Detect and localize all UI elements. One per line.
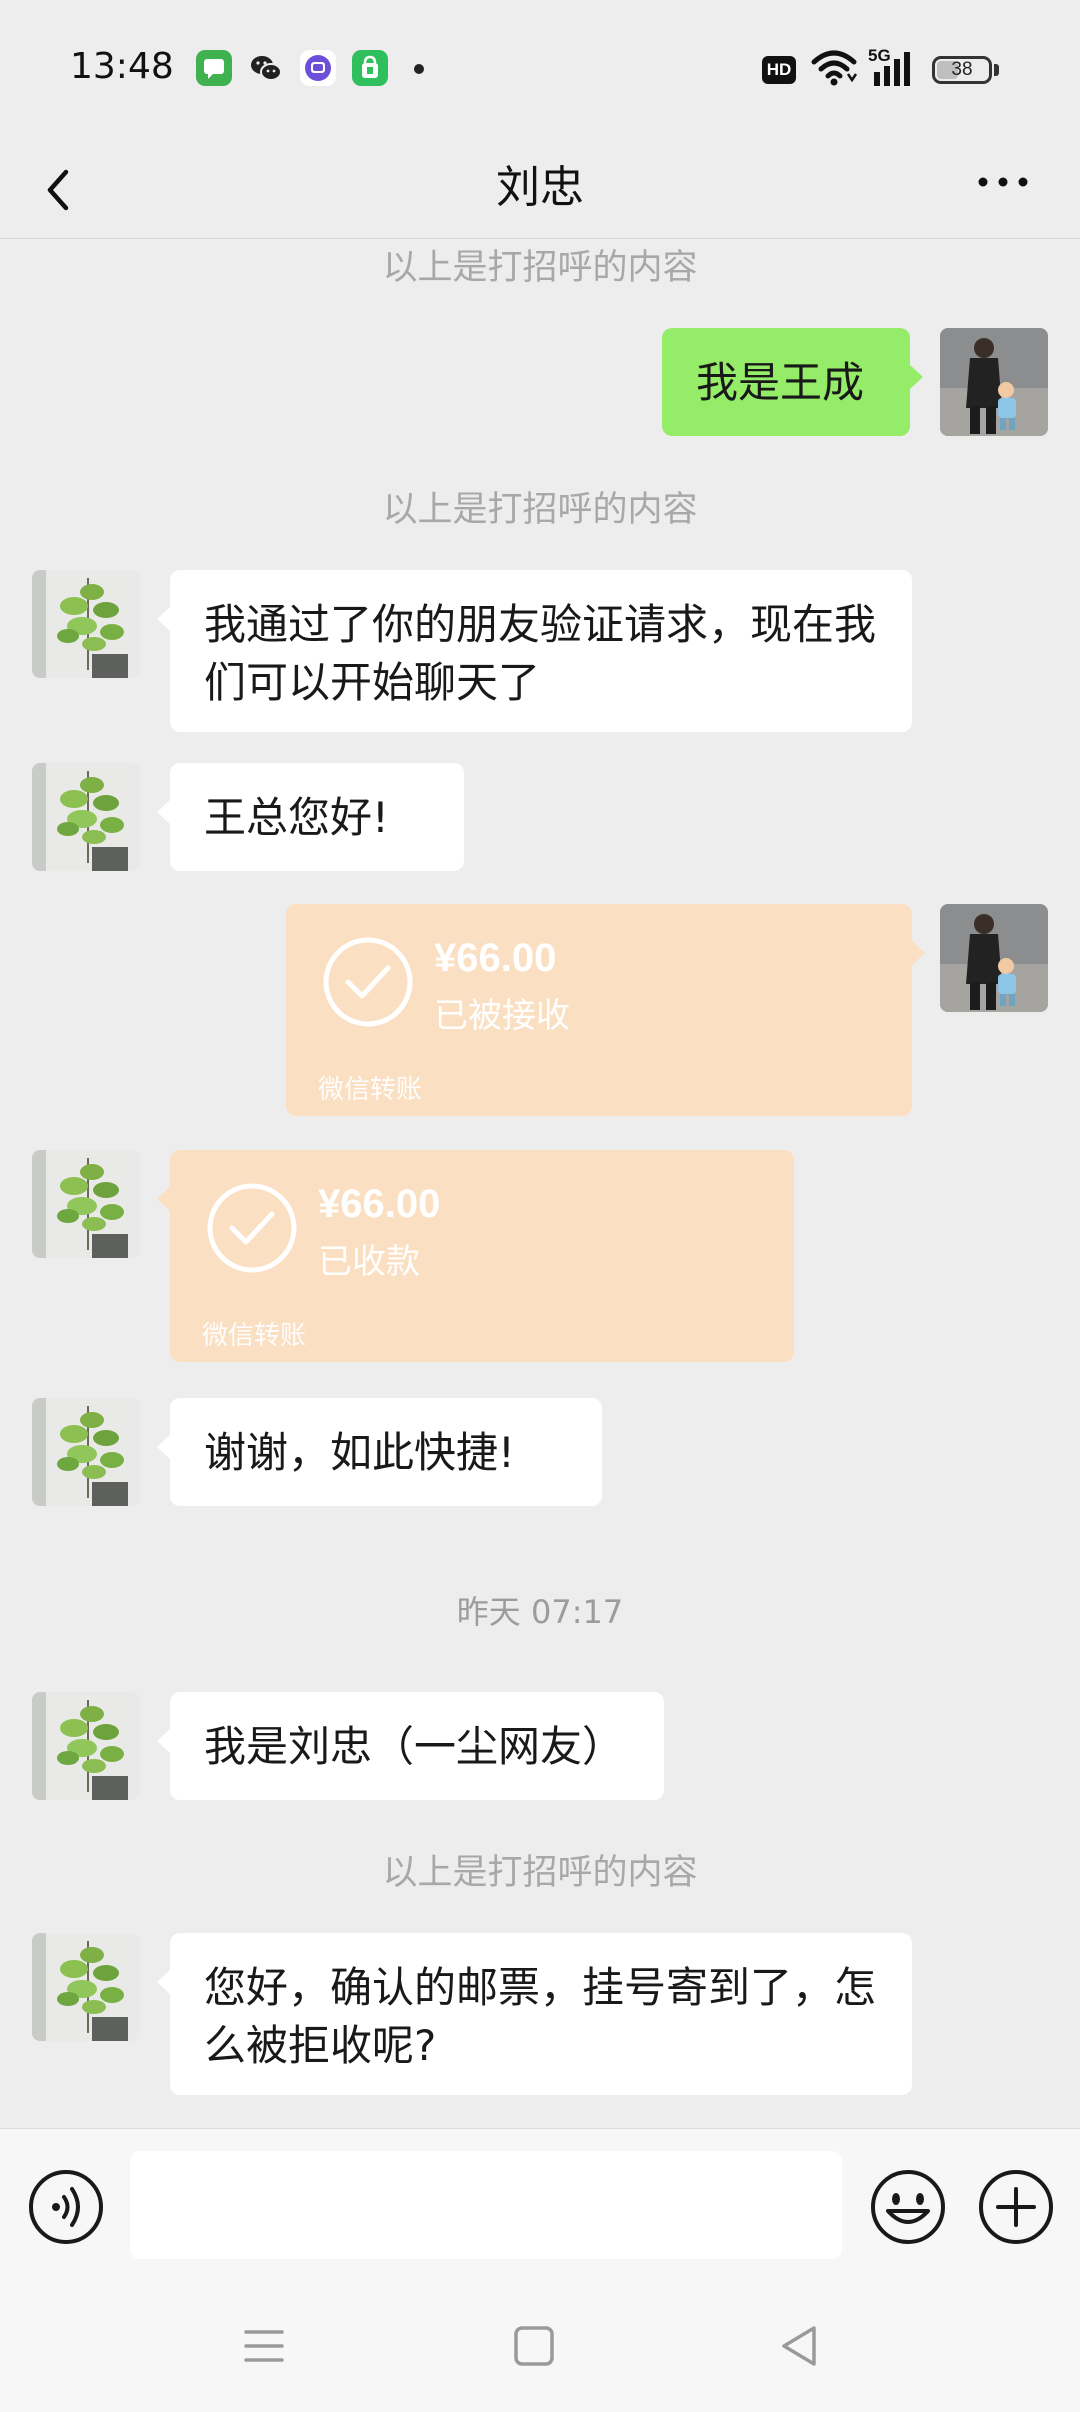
check-circle-icon (207, 1183, 297, 1273)
voice-input-icon[interactable] (26, 2167, 106, 2247)
transfer-label: 微信转账 (318, 1075, 423, 1105)
battery-level: 38 (951, 59, 973, 80)
transfer-amount: ¥66.00 (318, 1182, 441, 1226)
emoji-icon[interactable] (868, 2167, 948, 2247)
contact-avatar[interactable] (32, 1933, 140, 2041)
transfer-status: 已收款 (318, 1242, 420, 1282)
check-circle-icon (323, 937, 413, 1027)
timestamp-separator: 昨天 07:17 (456, 1593, 624, 1631)
transfer-status: 已被接收 (434, 996, 570, 1036)
incoming-transfer-card[interactable]: ¥66.00 已收款 微信转账 (157, 1150, 794, 1362)
system-note: 以上是打招呼的内容 (382, 248, 698, 288)
back-nav-icon[interactable] (772, 2318, 828, 2374)
system-note: 以上是打招呼的内容 (382, 1853, 698, 1893)
contact-avatar[interactable] (32, 1150, 140, 1258)
purple-app-icon (300, 50, 336, 86)
transfer-amount: ¥66.00 (434, 936, 557, 980)
contact-avatar[interactable] (32, 1692, 140, 1800)
battery-cap (994, 64, 999, 76)
my-avatar[interactable] (940, 904, 1048, 1012)
menu-nav-icon[interactable] (236, 2318, 292, 2374)
more-functions-plus-icon[interactable] (976, 2167, 1056, 2247)
incoming-message-bubble[interactable]: 我通过了你的朋友验证请求，现在我们可以开始聊天了 (157, 570, 912, 732)
status-bar: 13:48 HD 5G 38 (0, 0, 1080, 140)
signal-strength-icon (874, 52, 910, 86)
incoming-message-bubble[interactable]: 王总您好! (157, 763, 464, 871)
hd-voice-badge: HD (762, 56, 796, 84)
contact-avatar[interactable] (32, 570, 140, 678)
messages-app-icon (196, 50, 232, 86)
wechat-app-icon (248, 50, 284, 86)
wifi-icon (811, 50, 858, 86)
chat-title: 刘忠 (496, 162, 584, 213)
chat-header: 刘忠 (0, 140, 1080, 239)
message-text-input[interactable] (130, 2151, 842, 2259)
outgoing-transfer-card[interactable]: ¥66.00 已被接收 微信转账 (286, 904, 925, 1116)
system-note: 以上是打招呼的内容 (382, 490, 698, 530)
incoming-message-bubble[interactable]: 谢谢，如此快捷! (157, 1398, 602, 1506)
status-time: 13:48 (70, 46, 174, 87)
incoming-message-bubble[interactable]: 您好，确认的邮票，挂号寄到了，怎么被拒收呢? (157, 1933, 912, 2095)
outgoing-message-bubble[interactable]: 我是王成 (662, 328, 923, 436)
more-options-icon[interactable] (960, 150, 1050, 230)
incoming-message-bubble[interactable]: 我是刘忠（一尘网友） (157, 1692, 664, 1800)
message-input-bar (0, 2128, 1080, 2281)
my-avatar[interactable] (940, 328, 1048, 436)
back-arrow-icon[interactable] (34, 150, 114, 230)
chat-message-list[interactable]: 以上是打招呼的内容 我是王成 以上是打招呼的内容 我通过了你的朋友验证请求，现在… (0, 239, 1080, 2128)
transfer-label: 微信转账 (202, 1321, 307, 1351)
contact-avatar[interactable] (32, 1398, 140, 1506)
notification-dot (414, 64, 424, 74)
system-navigation-bar (0, 2280, 1080, 2412)
battery-icon: 38 (932, 56, 992, 84)
contact-avatar[interactable] (32, 763, 140, 871)
shopping-bag-app-icon (352, 50, 388, 86)
home-nav-icon[interactable] (506, 2318, 562, 2374)
